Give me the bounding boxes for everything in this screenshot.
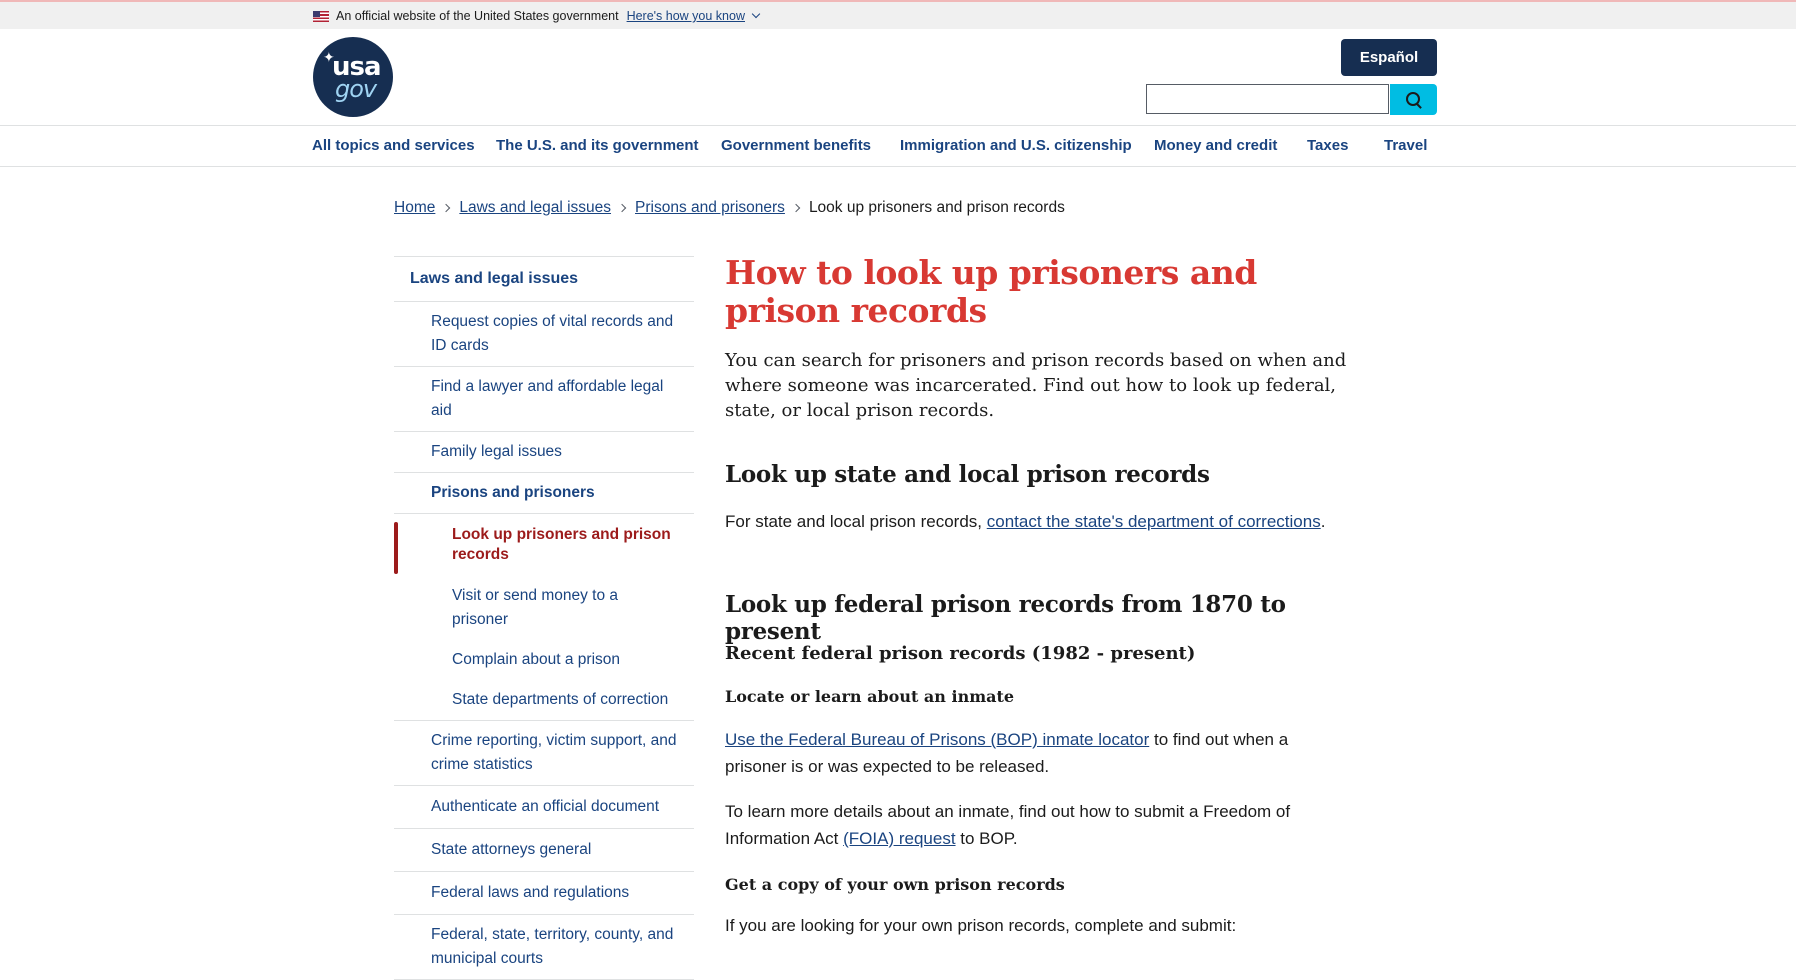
- nav-all-topics[interactable]: All topics and services: [312, 137, 475, 154]
- sidenav-item-authenticate[interactable]: Authenticate an official document: [394, 786, 694, 829]
- main-content: How to look up prisoners and prison reco…: [725, 253, 1350, 936]
- sidenav-item-prisons[interactable]: Prisons and prisoners: [394, 473, 694, 514]
- nav-government-benefits[interactable]: Government benefits: [721, 137, 871, 154]
- search-icon: [1406, 92, 1420, 106]
- chevron-right-icon: [617, 203, 627, 213]
- heading-recent-records: Recent federal prison records (1982 - pr…: [725, 643, 1196, 664]
- heading-locate-inmate: Locate or learn about an inmate: [725, 687, 1015, 706]
- lead-paragraph: You can search for prisoners and prison …: [725, 350, 1347, 421]
- foia-end: to BOP.: [955, 829, 1018, 848]
- search-input[interactable]: [1146, 84, 1389, 114]
- sidenav-item-visit[interactable]: Visit or send money to a prisoner: [394, 578, 694, 638]
- nav-immigration[interactable]: Immigration and U.S. citizenship: [900, 137, 1132, 154]
- heading-state-local: Look up state and local prison records: [725, 461, 1210, 488]
- usagov-logo[interactable]: ✦ usa gov: [313, 37, 393, 117]
- breadcrumb-current: Look up prisoners and prison records: [808, 199, 1065, 216]
- nav-travel[interactable]: Travel: [1384, 137, 1427, 154]
- chevron-right-icon: [791, 203, 801, 213]
- state-end: .: [1320, 512, 1326, 531]
- state-text: For state and local prison records,: [725, 512, 987, 531]
- bop-paragraph: Use the Federal Bureau of Prisons (BOP) …: [725, 726, 1350, 780]
- breadcrumb-laws[interactable]: Laws and legal issues: [459, 199, 611, 217]
- sidenav-item-family[interactable]: Family legal issues: [394, 432, 694, 473]
- sidenav-item-complain[interactable]: Complain about a prison: [394, 642, 694, 678]
- state-paragraph: For state and local prison records, cont…: [725, 508, 1325, 535]
- sidenav-item-courts[interactable]: Federal, state, territory, county, and m…: [394, 915, 694, 980]
- side-nav: Laws and legal issues Request copies of …: [394, 256, 694, 980]
- breadcrumb: Home Laws and legal issues Prisons and p…: [394, 199, 1065, 217]
- bop-inmate-locator-link[interactable]: Use the Federal Bureau of Prisons (BOP) …: [725, 730, 1149, 749]
- own-records-paragraph: If you are looking for your own prison r…: [725, 916, 1237, 935]
- sidenav-item-federal-laws[interactable]: Federal laws and regulations: [394, 872, 694, 915]
- gov-banner: An official website of the United States…: [0, 2, 1796, 29]
- sidenav-item-state-corrections[interactable]: State departments of correction: [394, 682, 694, 721]
- breadcrumb-prisons[interactable]: Prisons and prisoners: [635, 199, 785, 217]
- heres-how-you-know-link[interactable]: Here's how you know: [627, 9, 745, 23]
- chevron-down-icon[interactable]: [751, 9, 761, 19]
- state-corrections-link[interactable]: contact the state's department of correc…: [987, 512, 1321, 531]
- sidenav-item-lookup-current[interactable]: Look up prisoners and prison records: [394, 518, 694, 574]
- sidenav-section-laws[interactable]: Laws and legal issues: [394, 257, 694, 302]
- sidenav-item-crime[interactable]: Crime reporting, victim support, and cri…: [394, 721, 694, 786]
- heading-own-records: Get a copy of your own prison records: [725, 875, 1065, 894]
- nav-us-government[interactable]: The U.S. and its government: [496, 137, 699, 154]
- gov-banner-text: An official website of the United States…: [336, 9, 619, 23]
- breadcrumb-home[interactable]: Home: [394, 199, 435, 217]
- main-nav: All topics and services The U.S. and its…: [0, 126, 1796, 167]
- search-button[interactable]: [1390, 84, 1437, 115]
- foia-paragraph: To learn more details about an inmate, f…: [725, 798, 1350, 852]
- logo-gov-text: gov: [335, 75, 377, 103]
- heading-federal: Look up federal prison records from 1870…: [725, 591, 1286, 645]
- site-header: ✦ usa gov Español: [0, 29, 1796, 126]
- foia-request-link[interactable]: (FOIA) request: [843, 829, 955, 848]
- page-title: How to look up prisoners and prison reco…: [725, 253, 1257, 330]
- sidenav-item-vital-records[interactable]: Request copies of vital records and ID c…: [394, 302, 694, 367]
- nav-taxes[interactable]: Taxes: [1307, 137, 1348, 154]
- sidenav-item-lawyer[interactable]: Find a lawyer and affordable legal aid: [394, 367, 694, 432]
- nav-money-credit[interactable]: Money and credit: [1154, 137, 1277, 154]
- chevron-right-icon: [442, 203, 451, 213]
- espanol-button[interactable]: Español: [1341, 39, 1437, 76]
- us-flag-icon: [313, 10, 329, 22]
- sidenav-item-attorneys[interactable]: State attorneys general: [394, 829, 694, 872]
